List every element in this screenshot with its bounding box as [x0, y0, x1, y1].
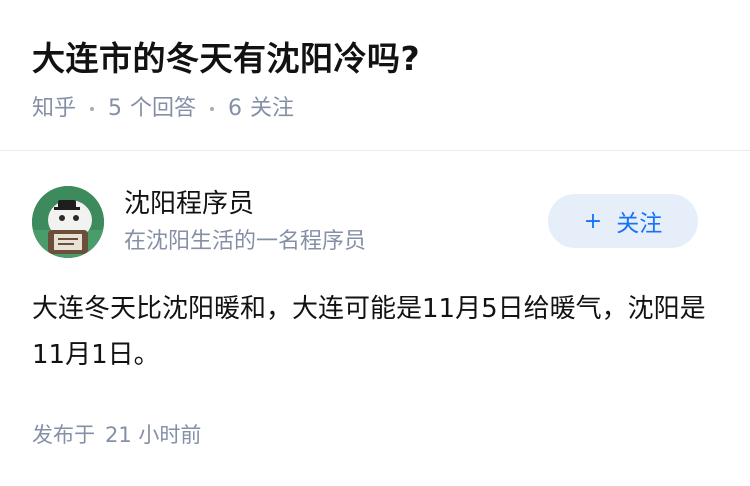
avatar[interactable] — [32, 186, 104, 258]
question-meta: 知乎 5 个回答 6 关注 — [32, 94, 722, 124]
question-header: 大连市的冬天有沈阳冷吗? 知乎 5 个回答 6 关注 — [32, 38, 722, 124]
separator-dot — [210, 107, 215, 111]
separator-dot — [90, 107, 95, 111]
avatar-icon — [32, 186, 104, 258]
answer-card: 沈阳程序员 在沈阳生活的一名程序员 + 关注 大连冬天比沈阳暖和，大连可能是11… — [32, 184, 718, 378]
answer-count-label: 个回答 — [130, 96, 197, 121]
published-time: 21 小时前 — [105, 423, 202, 447]
follow-button[interactable]: + 关注 — [548, 194, 698, 248]
published-label: 发布于 — [32, 423, 95, 447]
follow-count: 6 — [228, 96, 243, 121]
question-title[interactable]: 大连市的冬天有沈阳冷吗? — [32, 38, 722, 80]
author-info: 沈阳程序员 在沈阳生活的一名程序员 — [124, 186, 366, 258]
answer-footer: 发布于 21 小时前 — [32, 420, 201, 450]
author-row: 沈阳程序员 在沈阳生活的一名程序员 + 关注 — [32, 184, 718, 264]
follow-count-label: 关注 — [250, 96, 295, 121]
plus-icon: + — [583, 208, 603, 234]
answer-count-link[interactable]: 5 个回答 — [108, 94, 196, 124]
follow-button-label: 关注 — [616, 211, 663, 237]
source-label[interactable]: 知乎 — [32, 94, 76, 124]
answer-count: 5 — [108, 96, 123, 121]
answer-content[interactable]: 大连冬天比沈阳暖和，大连可能是11月5日给暖气，沈阳是11月1日。 — [32, 286, 718, 378]
follow-count-link[interactable]: 6 关注 — [228, 94, 294, 124]
author-name[interactable]: 沈阳程序员 — [124, 186, 366, 222]
author-bio: 在沈阳生活的一名程序员 — [124, 229, 367, 254]
divider — [0, 150, 750, 151]
